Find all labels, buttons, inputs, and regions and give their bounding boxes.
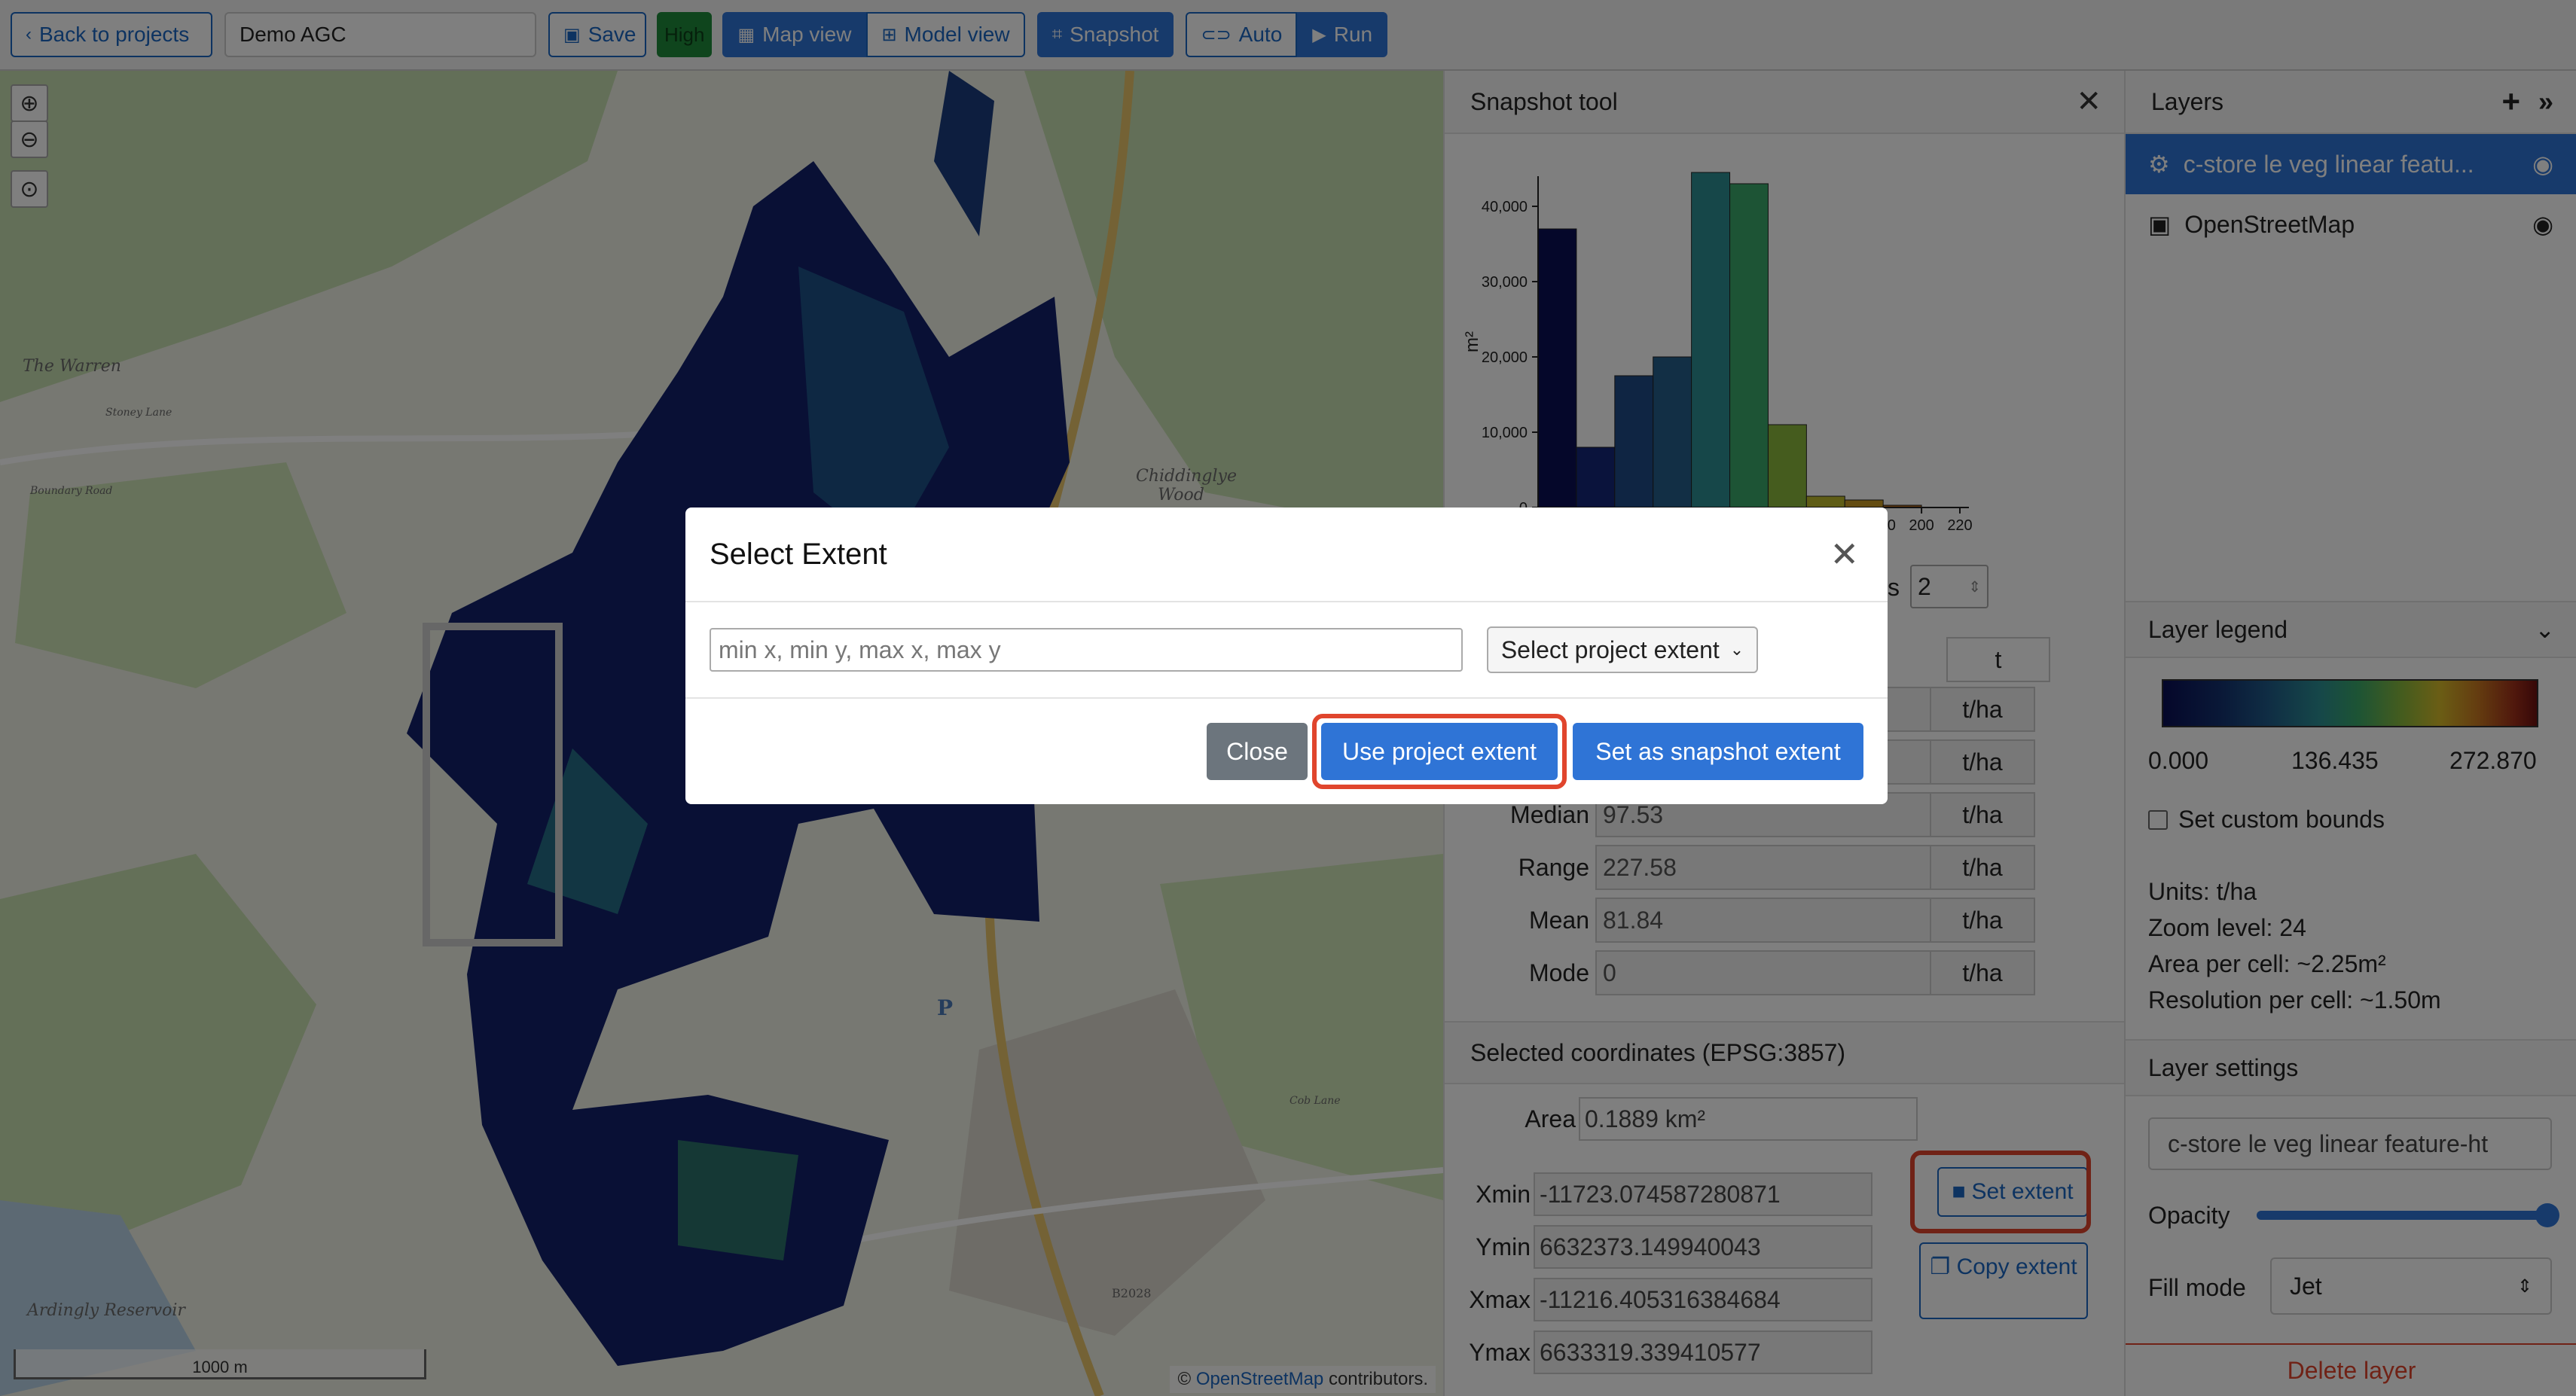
modal-header: Select Extent ✕	[685, 507, 1888, 602]
project-extent-select[interactable]: Select project extent ⌄	[1487, 626, 1758, 673]
select-extent-modal: Select Extent ✕ Select project extent ⌄ …	[685, 507, 1888, 804]
modal-title: Select Extent	[710, 537, 887, 571]
chevron-down-icon: ⌄	[1729, 640, 1744, 659]
close-button[interactable]: Close	[1207, 723, 1308, 780]
close-icon[interactable]: ✕	[1830, 534, 1859, 575]
set-as-snapshot-extent-button[interactable]: Set as snapshot extent	[1573, 723, 1863, 780]
modal-footer-divider	[685, 697, 1888, 699]
extent-input[interactable]	[710, 628, 1463, 672]
use-project-extent-button[interactable]: Use project extent	[1321, 723, 1558, 780]
